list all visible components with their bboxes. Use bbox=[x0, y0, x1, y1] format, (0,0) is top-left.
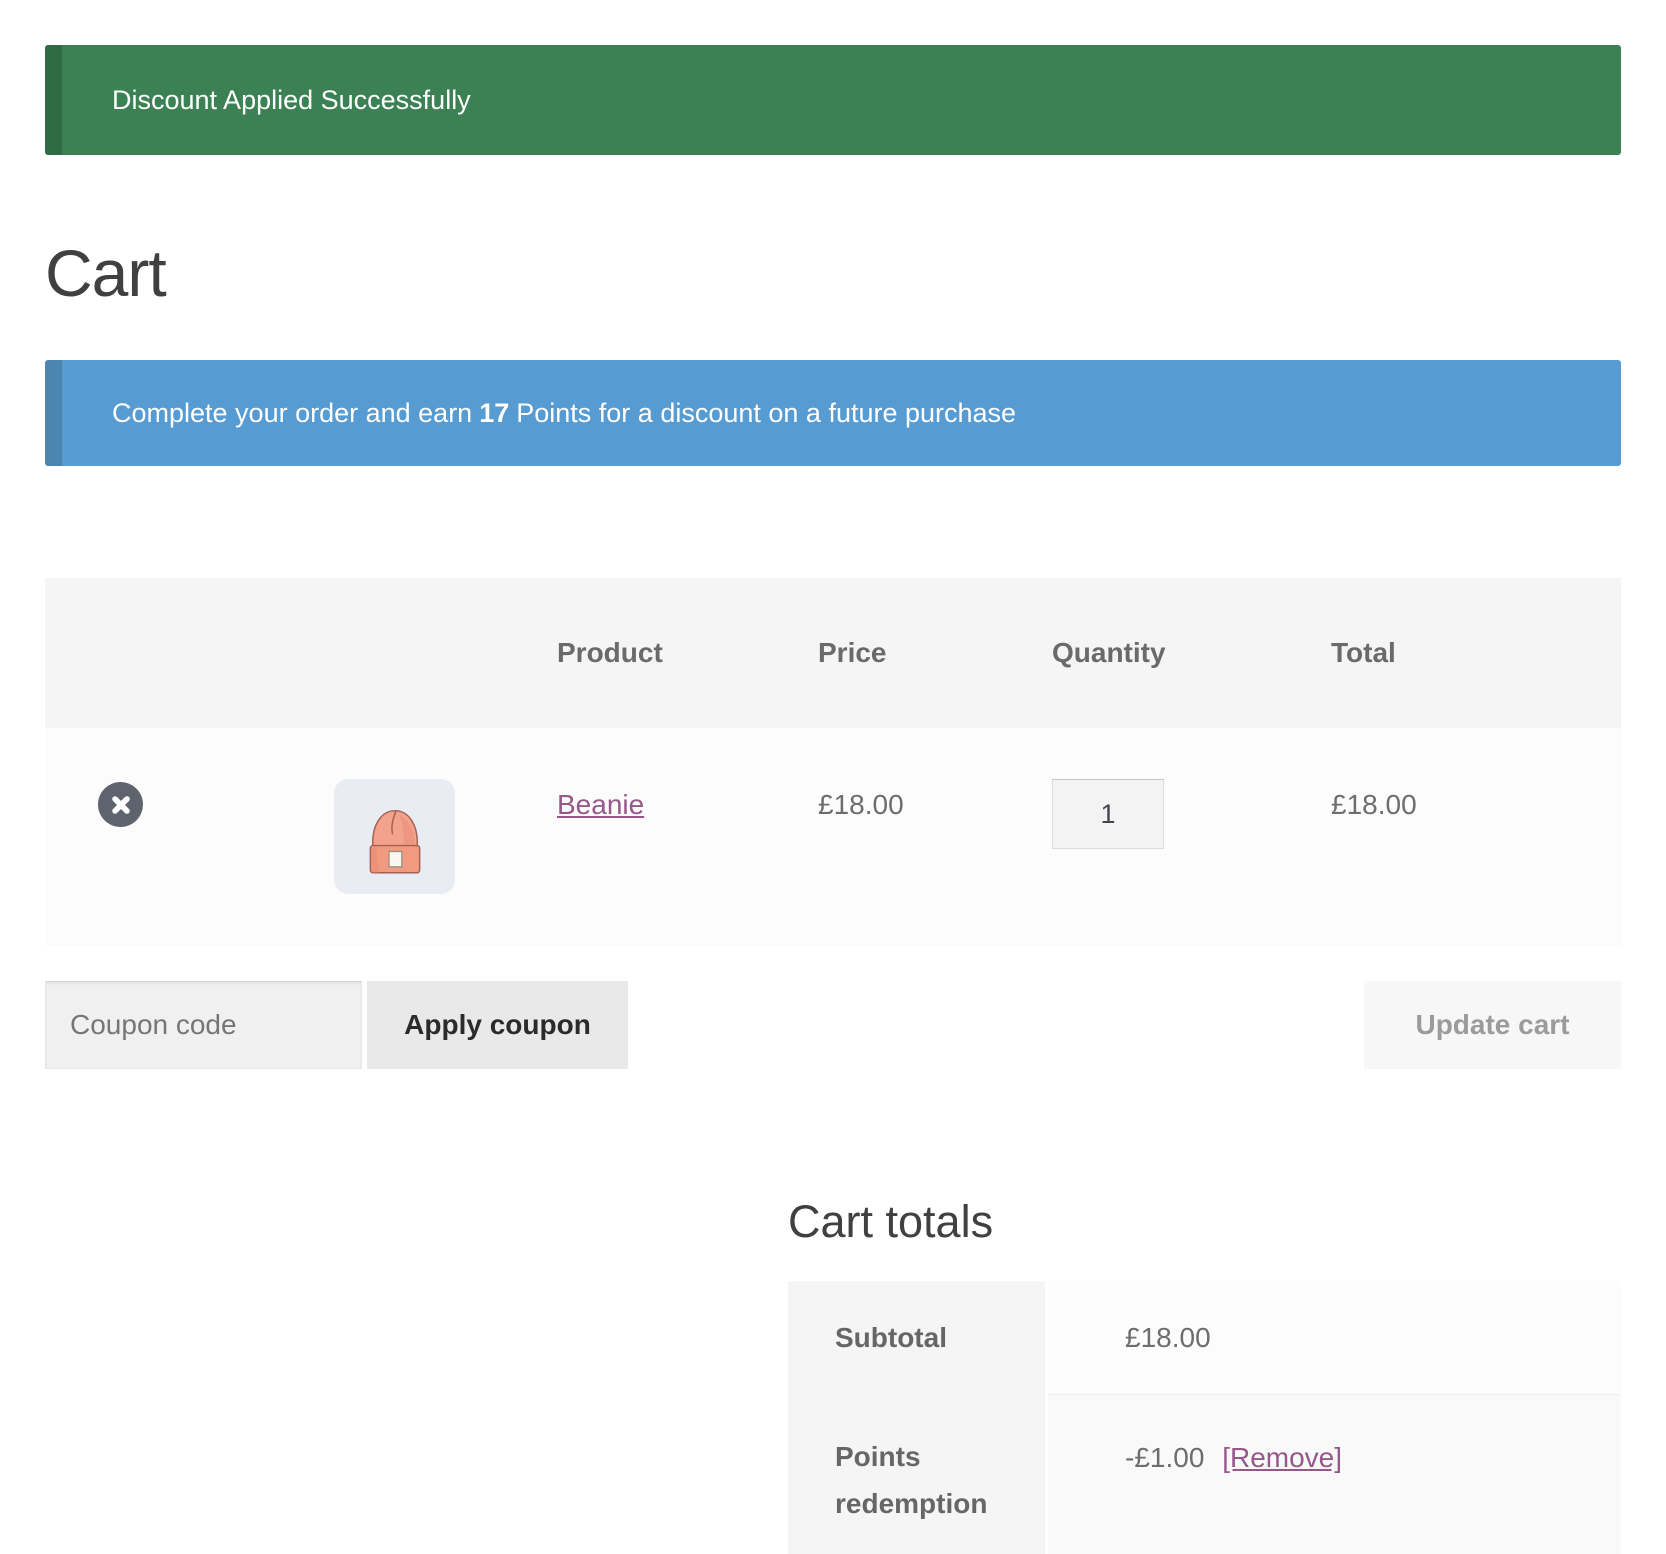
success-banner-text: Discount Applied Successfully bbox=[112, 85, 471, 116]
header-total: Total bbox=[1331, 637, 1621, 669]
quantity-input[interactable] bbox=[1052, 779, 1164, 849]
header-price: Price bbox=[818, 637, 1052, 669]
product-cell: Beanie bbox=[557, 728, 818, 821]
apply-coupon-button[interactable]: Apply coupon bbox=[367, 981, 628, 1069]
item-total: £18.00 bbox=[1331, 728, 1621, 821]
thumbnail-cell bbox=[334, 728, 557, 894]
points-redemption-amount: -£1.00 bbox=[1125, 1442, 1204, 1473]
cart-page: Discount Applied Successfully Cart Compl… bbox=[0, 45, 1666, 1554]
points-count: 17 bbox=[472, 398, 516, 429]
header-product: Product bbox=[557, 637, 818, 669]
coupon-code-input[interactable] bbox=[45, 981, 362, 1069]
remove-item-button[interactable] bbox=[98, 782, 143, 827]
points-redemption-label: Points redemption bbox=[788, 1394, 1048, 1554]
points-info-prefix: Complete your order and earn bbox=[112, 398, 472, 429]
cart-totals-table: Subtotal £18.00 Points redemption -£1.00… bbox=[788, 1281, 1621, 1554]
points-redemption-value-cell: -£1.00 [Remove] bbox=[1048, 1394, 1621, 1554]
header-quantity: Quantity bbox=[1052, 637, 1331, 669]
points-info-suffix: Points for a discount on a future purcha… bbox=[516, 398, 1016, 429]
cart-table: Product Price Quantity Total bbox=[45, 578, 1621, 946]
item-price: £18.00 bbox=[818, 728, 1052, 821]
subtotal-label: Subtotal bbox=[788, 1281, 1048, 1394]
cart-item-row: Beanie £18.00 £18.00 bbox=[45, 728, 1621, 946]
success-banner: Discount Applied Successfully bbox=[45, 45, 1621, 155]
beanie-illustration-icon bbox=[361, 803, 429, 894]
page-title: Cart bbox=[45, 239, 1621, 308]
subtotal-value: £18.00 bbox=[1048, 1281, 1621, 1394]
remove-cell bbox=[45, 728, 334, 827]
cart-totals-title: Cart totals bbox=[788, 1196, 1621, 1248]
points-redemption-row: Points redemption -£1.00 [Remove] bbox=[788, 1394, 1621, 1554]
points-remove-link[interactable]: [Remove] bbox=[1222, 1442, 1342, 1473]
cart-table-header: Product Price Quantity Total bbox=[45, 578, 1621, 728]
quantity-cell bbox=[1052, 728, 1331, 849]
product-link[interactable]: Beanie bbox=[557, 789, 644, 820]
update-cart-button[interactable]: Update cart bbox=[1364, 981, 1621, 1069]
subtotal-row: Subtotal £18.00 bbox=[788, 1281, 1621, 1394]
actions-bar-spacer bbox=[628, 981, 1364, 1069]
points-info-banner: Complete your order and earn 17 Points f… bbox=[45, 360, 1621, 466]
cart-actions-bar: Apply coupon Update cart bbox=[45, 981, 1621, 1069]
x-circle-icon bbox=[108, 792, 134, 818]
product-thumbnail[interactable] bbox=[334, 779, 455, 894]
